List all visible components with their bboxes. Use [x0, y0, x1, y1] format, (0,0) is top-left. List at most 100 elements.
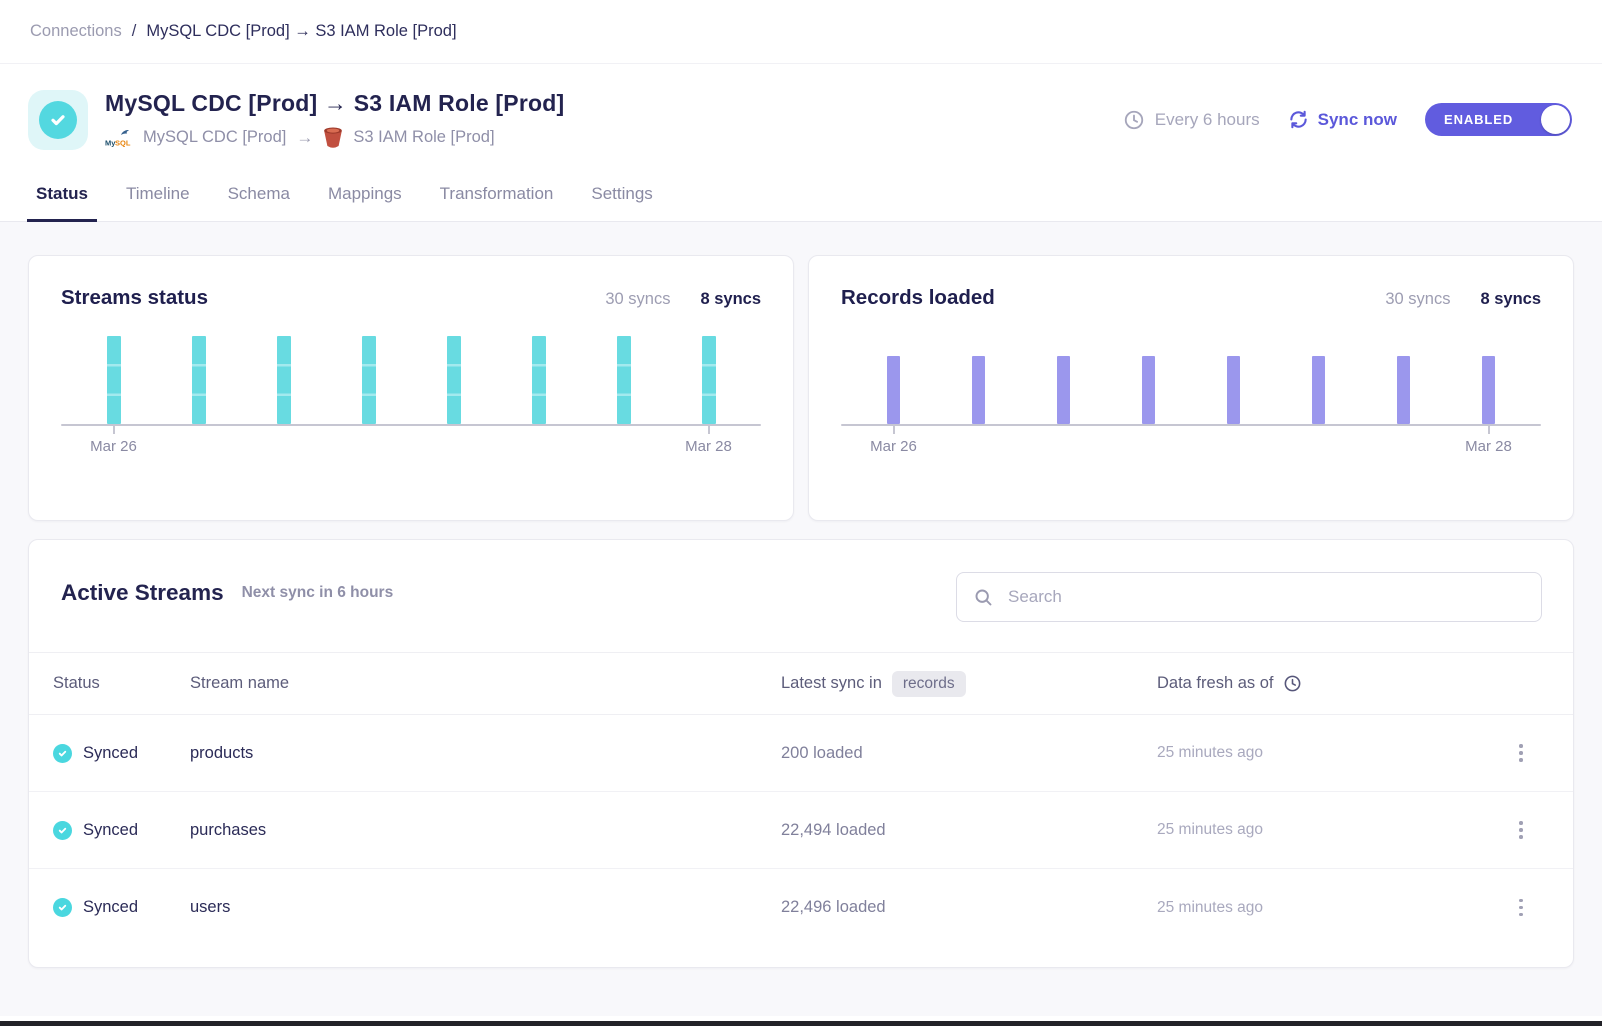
connection-subtitle: My SQL MySQL CDC [Prod] → S3 IAM Role [P… [105, 126, 1123, 149]
sync-bar[interactable] [1142, 356, 1155, 424]
mysql-logo-icon: My SQL [105, 128, 133, 148]
destination-link[interactable]: S3 IAM Role [Prod] [353, 128, 494, 147]
records-unit-badge[interactable]: records [892, 671, 966, 697]
chart-x-axis [61, 424, 761, 426]
row-menu-button[interactable] [1493, 893, 1549, 923]
breadcrumb: Connections / MySQL CDC [Prod] → S3 IAM … [0, 0, 1602, 64]
chart-x-axis [841, 424, 1541, 426]
syncs-recent-filter[interactable]: 8 syncs [700, 290, 761, 309]
axis-label: Mar 26 [90, 438, 137, 455]
stream-name: products [190, 744, 781, 763]
col-status: Status [53, 674, 190, 693]
sync-bar[interactable] [887, 356, 900, 424]
syncs-total-filter[interactable]: 30 syncs [605, 290, 670, 309]
window-bottom-edge [0, 1021, 1602, 1026]
flow-arrow: → [296, 128, 313, 148]
sync-schedule: Every 6 hours [1123, 109, 1260, 131]
table-row[interactable]: Synced users 22,496 loaded 25 minutes ag… [29, 869, 1573, 946]
table-row[interactable]: Synced products 200 loaded 25 minutes ag… [29, 715, 1573, 792]
s3-bucket-icon [323, 126, 343, 149]
chart-bar-slot [1021, 336, 1106, 424]
axis-label: Mar 28 [1465, 438, 1512, 455]
sync-bar[interactable] [277, 336, 291, 424]
streams-status-chart: Mar 26Mar 28 [61, 336, 761, 426]
card-title: Streams status [61, 286, 208, 310]
sync-bar[interactable] [107, 336, 121, 424]
search-input[interactable] [1006, 586, 1525, 608]
data-fresh-time: 25 minutes ago [1157, 821, 1493, 839]
records-loaded: 200 loaded [781, 744, 1157, 763]
chart-bar-slot: Mar 26 [71, 336, 156, 424]
syncs-recent-filter[interactable]: 8 syncs [1480, 290, 1541, 309]
tab-status[interactable]: Status [36, 172, 88, 221]
stream-status: Synced [83, 744, 138, 763]
data-fresh-time: 25 minutes ago [1157, 899, 1493, 917]
table-row[interactable]: Synced purchases 22,494 loaded 25 minute… [29, 792, 1573, 869]
tab-settings[interactable]: Settings [591, 172, 652, 221]
tab-bar: Status Timeline Schema Mappings Transfor… [0, 172, 1602, 222]
chart-bar-slot [581, 336, 666, 424]
connection-header: MySQL CDC [Prod] → S3 IAM Role [Prod] My… [0, 64, 1602, 150]
records-loaded: 22,496 loaded [781, 898, 1157, 917]
sync-bar[interactable] [702, 336, 716, 424]
stream-status: Synced [83, 898, 138, 917]
axis-tick [1488, 424, 1490, 434]
chart-bar-slot: Mar 28 [1446, 336, 1531, 424]
sync-now-button[interactable]: Sync now [1288, 109, 1397, 130]
syncs-total-filter[interactable]: 30 syncs [1385, 290, 1450, 309]
streams-table-header: Status Stream name Latest sync in record… [29, 652, 1573, 715]
records-loaded: 22,494 loaded [781, 821, 1157, 840]
connection-controls: Every 6 hours Sync now ENABLED [1123, 103, 1572, 136]
active-streams-card: Active Streams Next sync in 6 hours Stat… [28, 539, 1574, 968]
svg-text:SQL: SQL [115, 138, 131, 147]
sync-bar[interactable] [617, 336, 631, 424]
chart-bar-slot [1191, 336, 1276, 424]
sync-bar[interactable] [1397, 356, 1410, 424]
source-link[interactable]: MySQL CDC [Prod] [143, 128, 286, 147]
sync-bar[interactable] [1482, 356, 1495, 424]
axis-label: Mar 26 [870, 438, 917, 455]
toggle-knob [1541, 105, 1570, 134]
sync-count-filters: 30 syncs 8 syncs [605, 290, 761, 309]
chart-bar-slot [936, 336, 1021, 424]
sync-bar[interactable] [362, 336, 376, 424]
connection-status-badge [28, 90, 88, 150]
tab-transformation[interactable]: Transformation [440, 172, 554, 221]
check-circle-icon [39, 101, 77, 139]
sync-now-label: Sync now [1318, 110, 1397, 130]
stream-name: purchases [190, 821, 781, 840]
sync-count-filters: 30 syncs 8 syncs [1385, 290, 1541, 309]
sync-bar[interactable] [192, 336, 206, 424]
stream-search-box [956, 572, 1542, 622]
row-menu-button[interactable] [1493, 815, 1549, 845]
next-sync-label: Next sync in 6 hours [242, 584, 394, 602]
chart-bar-slot [411, 336, 496, 424]
sync-bar[interactable] [1227, 356, 1240, 424]
synced-check-icon [53, 898, 72, 917]
breadcrumb-current: MySQL CDC [Prod] → S3 IAM Role [Prod] [146, 22, 456, 41]
schedule-label: Every 6 hours [1155, 110, 1260, 130]
chart-bar-slot [326, 336, 411, 424]
sync-bar[interactable] [447, 336, 461, 424]
row-menu-button[interactable] [1493, 738, 1549, 768]
synced-check-icon [53, 744, 72, 763]
axis-tick [708, 424, 710, 434]
records-loaded-card: Records loaded 30 syncs 8 syncs Mar 26Ma… [808, 255, 1574, 521]
enabled-toggle[interactable]: ENABLED [1425, 103, 1572, 136]
data-fresh-time: 25 minutes ago [1157, 744, 1493, 762]
axis-tick [113, 424, 115, 434]
tab-timeline[interactable]: Timeline [126, 172, 190, 221]
stream-name: users [190, 898, 781, 917]
col-latest-sync: Latest sync in [781, 674, 882, 693]
sync-bar[interactable] [532, 336, 546, 424]
breadcrumb-connections-link[interactable]: Connections [30, 22, 122, 41]
sync-bar[interactable] [1312, 356, 1325, 424]
sync-bar[interactable] [1057, 356, 1070, 424]
status-panel: Streams status 30 syncs 8 syncs Mar 26Ma… [0, 222, 1602, 1016]
active-streams-title: Active Streams [61, 580, 224, 606]
clock-icon [1283, 674, 1302, 693]
sync-bar[interactable] [972, 356, 985, 424]
tab-schema[interactable]: Schema [228, 172, 290, 221]
records-loaded-chart: Mar 26Mar 28 [841, 336, 1541, 426]
tab-mappings[interactable]: Mappings [328, 172, 402, 221]
